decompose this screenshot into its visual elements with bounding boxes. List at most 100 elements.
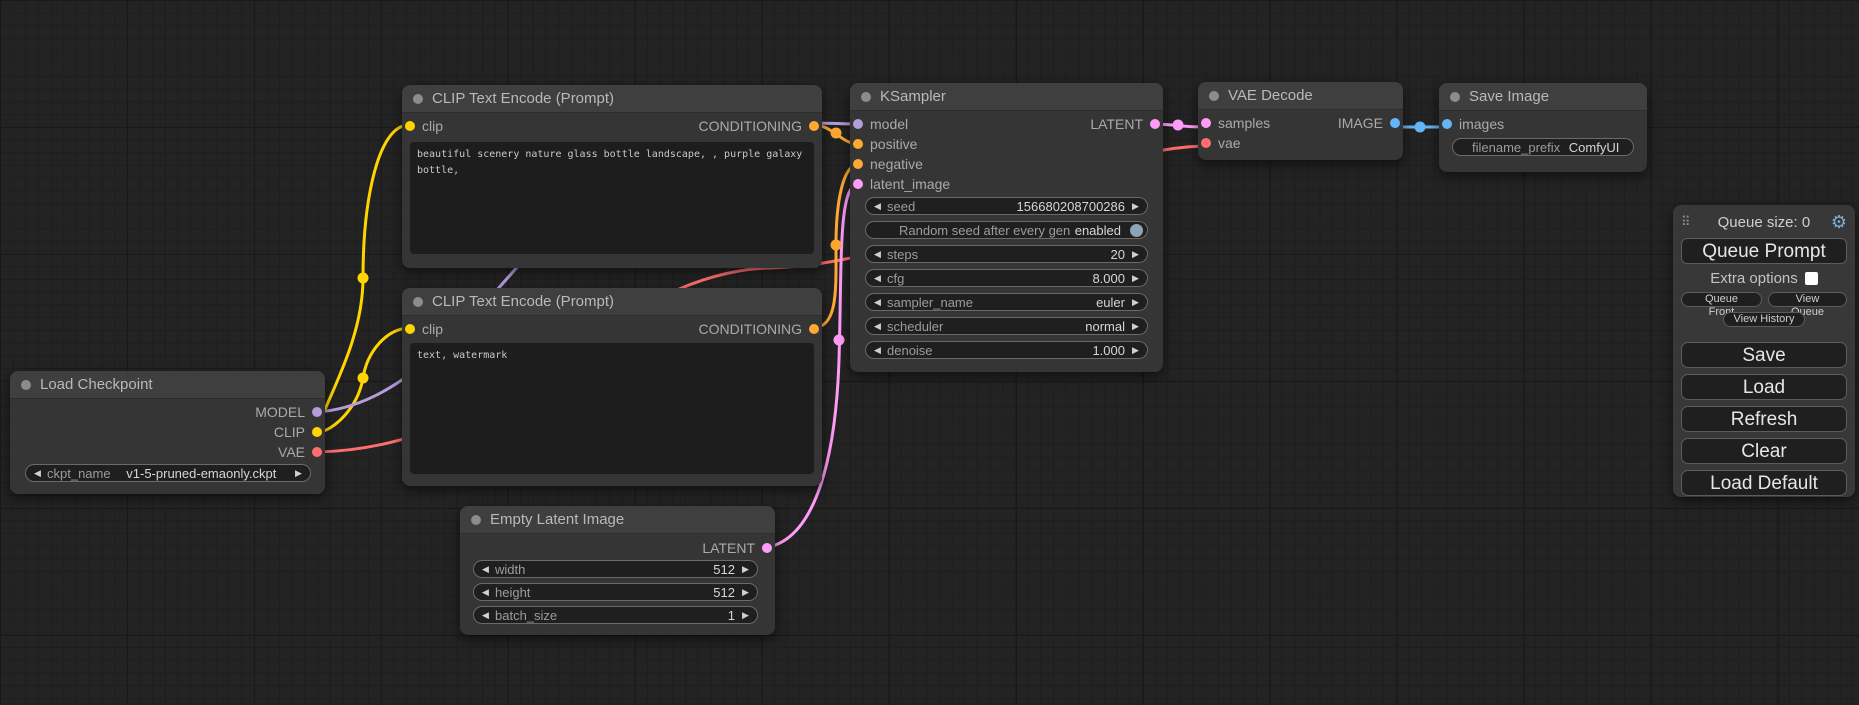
queue-size-label: Queue size: 0: [1697, 214, 1831, 231]
drag-handle-icon[interactable]: ⠿: [1681, 214, 1697, 230]
node-title-bar[interactable]: Save Image: [1439, 83, 1647, 111]
clip-output-slot[interactable]: [312, 427, 322, 437]
filename-prefix-widget[interactable]: filename_prefix ComfyUI: [1452, 138, 1634, 156]
output-label: MODEL: [255, 404, 305, 420]
positive-input-slot[interactable]: [853, 139, 863, 149]
increment-arrow-icon[interactable]: ▶: [739, 561, 752, 577]
view-queue-button[interactable]: View Queue: [1768, 292, 1847, 307]
increment-arrow-icon[interactable]: ▶: [739, 584, 752, 600]
decrement-arrow-icon[interactable]: ◀: [871, 270, 884, 286]
input-label: positive: [870, 136, 917, 152]
node-status-dot: [1450, 92, 1460, 102]
load-default-button[interactable]: Load Default: [1681, 470, 1847, 496]
seed-widget[interactable]: ◀ seed 156680208700286 ▶: [865, 197, 1148, 215]
node-vae-decode[interactable]: VAE Decode samples vae IMAGE: [1198, 82, 1403, 160]
increment-arrow-icon[interactable]: ▶: [1129, 246, 1142, 262]
increment-arrow-icon[interactable]: ▶: [1129, 198, 1142, 214]
node-title-bar[interactable]: Empty Latent Image: [460, 506, 775, 534]
images-input-slot[interactable]: [1442, 119, 1452, 129]
increment-arrow-icon[interactable]: ▶: [1129, 270, 1142, 286]
scheduler-widget[interactable]: ◀ scheduler normal ▶: [865, 317, 1148, 335]
increment-arrow-icon[interactable]: ▶: [292, 465, 305, 481]
decrement-arrow-icon[interactable]: ◀: [31, 465, 44, 481]
node-ksampler[interactable]: KSampler model positive negative latent_…: [850, 83, 1163, 372]
conditioning-output-slot[interactable]: [809, 121, 819, 131]
decrement-arrow-icon[interactable]: ◀: [871, 246, 884, 262]
node-status-dot: [413, 297, 423, 307]
increment-arrow-icon[interactable]: ▶: [739, 607, 752, 623]
model-output-slot[interactable]: [312, 407, 322, 417]
queue-front-button[interactable]: Queue Front: [1681, 292, 1762, 307]
settings-gear-icon[interactable]: ⚙: [1831, 213, 1847, 231]
decrement-arrow-icon[interactable]: ◀: [479, 584, 492, 600]
negative-prompt-textarea[interactable]: text, watermark: [410, 343, 814, 474]
node-title-bar[interactable]: CLIP Text Encode (Prompt): [402, 85, 822, 113]
node-title-bar[interactable]: KSampler: [850, 83, 1163, 111]
input-label: negative: [870, 156, 923, 172]
cfg-widget[interactable]: ◀ cfg 8.000 ▶: [865, 269, 1148, 287]
increment-arrow-icon[interactable]: ▶: [1129, 294, 1142, 310]
widget-label: sampler_name: [887, 295, 973, 310]
image-output-slot[interactable]: [1390, 118, 1400, 128]
input-label: images: [1459, 116, 1504, 132]
view-history-button[interactable]: View History: [1723, 312, 1806, 327]
height-widget[interactable]: ◀ height 512 ▶: [473, 583, 758, 601]
widget-label: seed: [887, 199, 915, 214]
widget-label: filename_prefix: [1472, 140, 1560, 155]
output-label: CLIP: [274, 424, 305, 440]
node-title: CLIP Text Encode (Prompt): [432, 293, 614, 310]
node-clip-text-encode-negative[interactable]: CLIP Text Encode (Prompt) clip CONDITION…: [402, 288, 822, 486]
node-load-checkpoint[interactable]: Load Checkpoint MODEL CLIP VAE ◀ ckpt_na…: [10, 371, 325, 494]
node-empty-latent-image[interactable]: Empty Latent Image LATENT ◀ width 512 ▶ …: [460, 506, 775, 635]
queue-prompt-button[interactable]: Queue Prompt: [1681, 238, 1847, 264]
width-widget[interactable]: ◀ width 512 ▶: [473, 560, 758, 578]
link-dot: [1415, 122, 1426, 133]
batch-size-widget[interactable]: ◀ batch_size 1 ▶: [473, 606, 758, 624]
negative-input-slot[interactable]: [853, 159, 863, 169]
node-save-image[interactable]: Save Image images filename_prefix ComfyU…: [1439, 83, 1647, 172]
decrement-arrow-icon[interactable]: ◀: [871, 318, 884, 334]
node-title-bar[interactable]: VAE Decode: [1198, 82, 1403, 110]
output-label: CONDITIONING: [699, 321, 802, 337]
denoise-widget[interactable]: ◀ denoise 1.000 ▶: [865, 341, 1148, 359]
link-dot: [1173, 120, 1184, 131]
latent-image-input-slot[interactable]: [853, 179, 863, 189]
node-status-dot: [861, 92, 871, 102]
increment-arrow-icon[interactable]: ▶: [1129, 318, 1142, 334]
load-button[interactable]: Load: [1681, 374, 1847, 400]
latent-output-slot[interactable]: [1150, 119, 1160, 129]
random-seed-toggle-widget[interactable]: Random seed after every gen enabled: [865, 221, 1148, 239]
link-dot: [831, 128, 842, 139]
latent-output-slot[interactable]: [762, 543, 772, 553]
vae-input-slot[interactable]: [1201, 138, 1211, 148]
node-title-bar[interactable]: CLIP Text Encode (Prompt): [402, 288, 822, 316]
link-dot: [831, 240, 842, 251]
widget-value: 1.000: [1092, 343, 1125, 358]
increment-arrow-icon[interactable]: ▶: [1129, 342, 1142, 358]
input-label: vae: [1218, 135, 1241, 151]
positive-prompt-textarea[interactable]: beautiful scenery nature glass bottle la…: [410, 142, 814, 254]
widget-value: 20: [1111, 247, 1125, 262]
decrement-arrow-icon[interactable]: ◀: [479, 607, 492, 623]
widget-value: ComfyUI: [1569, 140, 1620, 155]
sampler-name-widget[interactable]: ◀ sampler_name euler ▶: [865, 293, 1148, 311]
decrement-arrow-icon[interactable]: ◀: [871, 342, 884, 358]
clear-button[interactable]: Clear: [1681, 438, 1847, 464]
decrement-arrow-icon[interactable]: ◀: [871, 198, 884, 214]
conditioning-output-slot[interactable]: [809, 324, 819, 334]
extra-options-checkbox[interactable]: [1805, 272, 1818, 285]
save-button[interactable]: Save: [1681, 342, 1847, 368]
output-label: LATENT: [1090, 116, 1143, 132]
widget-label: cfg: [887, 271, 904, 286]
node-title: Empty Latent Image: [490, 511, 624, 528]
decrement-arrow-icon[interactable]: ◀: [479, 561, 492, 577]
refresh-button[interactable]: Refresh: [1681, 406, 1847, 432]
widget-label: denoise: [887, 343, 933, 358]
vae-output-slot[interactable]: [312, 447, 322, 457]
steps-widget[interactable]: ◀ steps 20 ▶: [865, 245, 1148, 263]
toggle-knob[interactable]: [1130, 224, 1143, 237]
node-clip-text-encode-positive[interactable]: CLIP Text Encode (Prompt) clip CONDITION…: [402, 85, 822, 268]
decrement-arrow-icon[interactable]: ◀: [871, 294, 884, 310]
node-title-bar[interactable]: Load Checkpoint: [10, 371, 325, 399]
ckpt-name-widget[interactable]: ◀ ckpt_name v1-5-pruned-emaonly.ckpt ▶: [25, 464, 311, 482]
